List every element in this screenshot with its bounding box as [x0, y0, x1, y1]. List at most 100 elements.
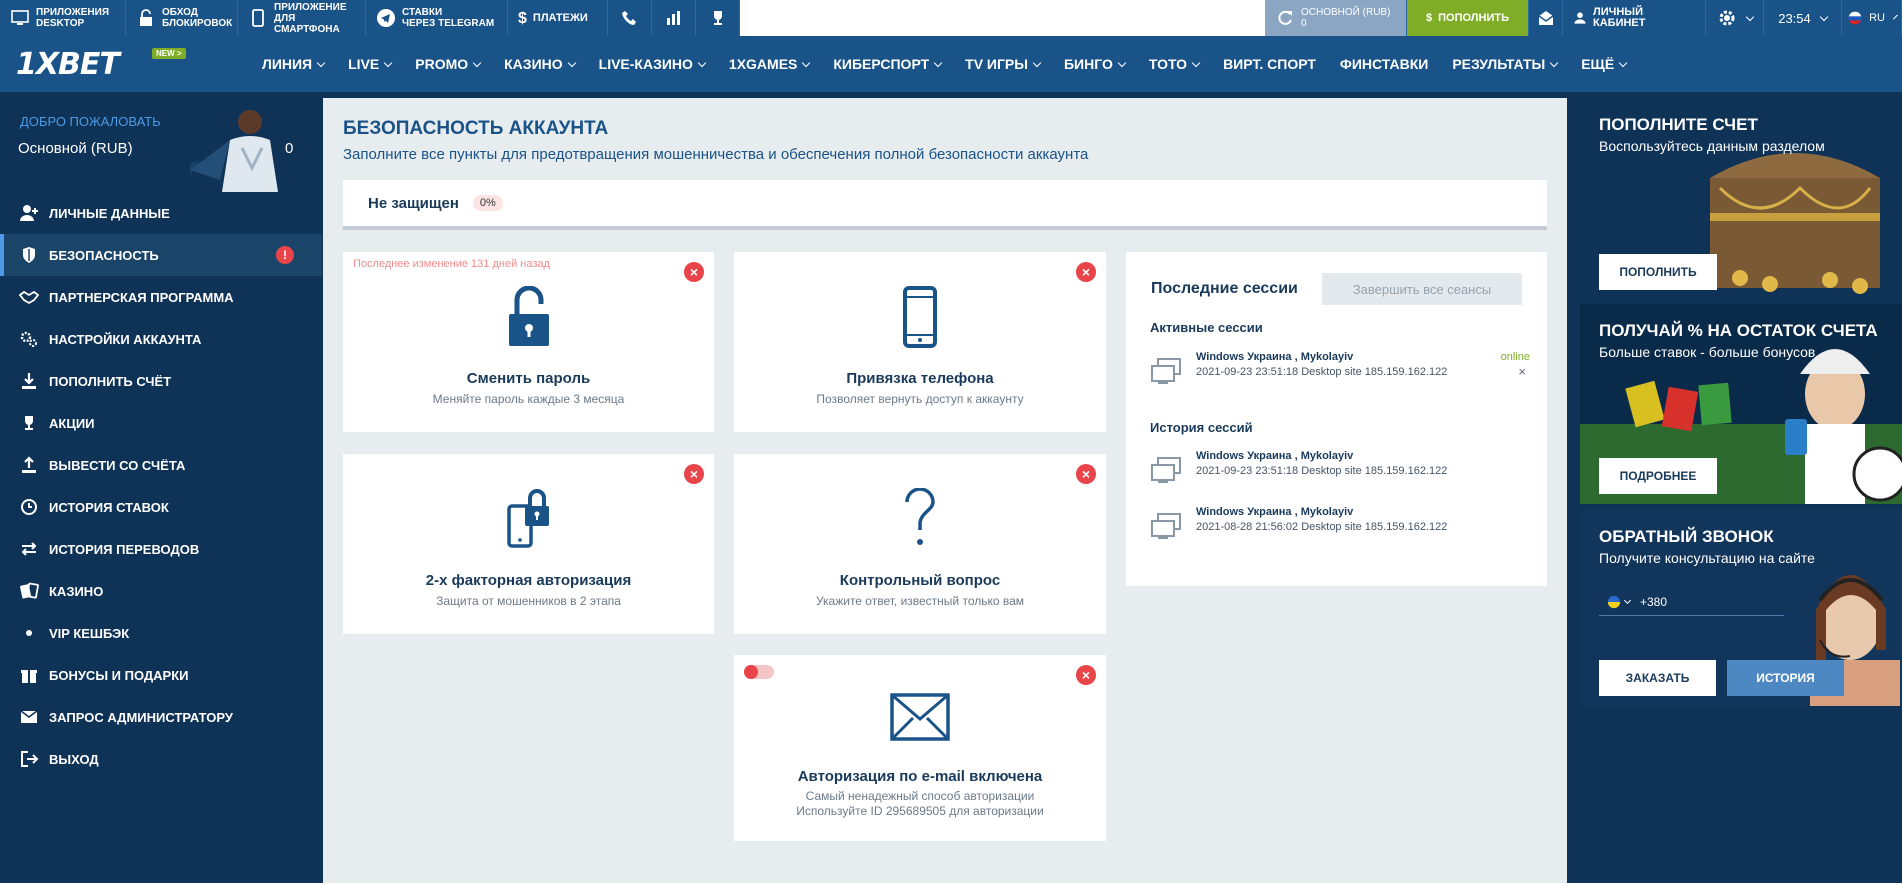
- account-name: Основной (RUB): [18, 140, 133, 157]
- trophy-icon: [18, 412, 40, 434]
- callback-promo: ОБРАТНЫЙ ЗВОНОК Получите консультацию на…: [1580, 510, 1902, 706]
- nav-item-toto[interactable]: ТОТО: [1137, 56, 1211, 72]
- callback-history-button[interactable]: ИСТОРИЯ: [1727, 660, 1844, 696]
- nav-label: 1XGAMES: [728, 56, 798, 72]
- nav-item-results[interactable]: РЕЗУЛЬТАТЫ: [1440, 56, 1569, 72]
- unlocked-padlock-icon: [508, 286, 549, 346]
- close-session-icon[interactable]: ×: [1518, 364, 1526, 379]
- sidebar-item-logout[interactable]: ВЫХОД: [0, 738, 322, 780]
- time-dropdown[interactable]: 23:54: [1764, 0, 1842, 36]
- nav-item-tv-games[interactable]: TV ИГРЫ: [953, 56, 1052, 72]
- promo-title: ОБРАТНЫЙ ЗВОНОК: [1599, 527, 1774, 546]
- email-auth-card[interactable]: × Авторизация по e-mail включена Самый н…: [734, 655, 1106, 841]
- nav-item-finbets[interactable]: ФИНСТАВКИ: [1328, 56, 1440, 72]
- mobile-app-link[interactable]: ПРИЛОЖЕНИЕ ДЛЯ СМАРТФОНА: [238, 0, 366, 36]
- status-cross-icon: ×: [1076, 665, 1096, 685]
- results-button[interactable]: [696, 0, 740, 36]
- sidebar-item-withdraw[interactable]: ВЫВЕСТИ СО СЧЁТА: [0, 444, 322, 486]
- sidebar-item-personal-data[interactable]: ЛИЧНЫЕ ДАННЫЕ: [0, 192, 322, 234]
- chevron-down-icon: [1819, 12, 1829, 21]
- envelope-open-icon: [1538, 11, 1553, 25]
- personal-cabinet-button[interactable]: ЛИЧНЫЙ КАБИНЕТ: [1563, 0, 1706, 36]
- nav-item-virtual-sport[interactable]: ВИРТ. СПОРТ: [1211, 56, 1328, 72]
- nav-item-casino[interactable]: КАЗИНО: [492, 56, 587, 72]
- balance-selector[interactable]: ОСНОВНОЙ (RUB) 0: [1265, 0, 1407, 36]
- welcome-title: ДОБРО ПОЖАЛОВАТЬ: [20, 114, 161, 129]
- telegram-icon: [377, 9, 395, 27]
- nav-label: ЕЩЁ: [1581, 56, 1615, 72]
- payments-label: ПЛАТЕЖИ: [532, 11, 588, 24]
- telegram-label-1: СТАВКИ: [402, 7, 443, 18]
- payments-link[interactable]: $ ПЛАТЕЖИ: [508, 0, 608, 36]
- telegram-link[interactable]: СТАВКИ ЧЕРЕЗ TELEGRAM: [366, 0, 508, 36]
- bypass-blocks-link[interactable]: ОБХОД БЛОКИРОВОК: [126, 0, 238, 36]
- apps-desktop-link[interactable]: ПРИЛОЖЕНИЯ DESKTOP: [0, 0, 126, 36]
- card-desc: Меняйте пароль каждые 3 месяца: [432, 392, 625, 406]
- nav-item-live-casino[interactable]: LIVE-КАЗИНО: [587, 56, 717, 72]
- nav-item-bingo[interactable]: БИНГО: [1052, 56, 1137, 72]
- chevron-down-icon: [1032, 58, 1042, 67]
- phone-binding-card[interactable]: × Привязка телефона Позволяет вернуть до…: [734, 252, 1106, 432]
- messages-button[interactable]: [1529, 0, 1563, 36]
- two-factor-card[interactable]: × 2-х факторная авторизация Защита от мо…: [343, 454, 714, 634]
- statistics-button[interactable]: [652, 0, 696, 36]
- sidebar-item-transfer-history[interactable]: ИСТОРИЯ ПЕРЕВОДОВ: [0, 528, 322, 570]
- sidebar: ДОБРО ПОЖАЛОВАТЬ Основной (RUB) 0 ЛИЧНЫЕ…: [0, 92, 322, 883]
- card-desc: Самый ненадежный способ авторизации: [805, 789, 1035, 803]
- status-cross-icon: ×: [684, 262, 704, 282]
- session-name: Windows Украина , Mykolayiv: [1196, 450, 1354, 462]
- download-icon: [18, 370, 40, 392]
- sessions-title: Последние сессии: [1151, 280, 1298, 297]
- handshake-icon: [18, 286, 40, 308]
- sidebar-item-label: ЗАПРОС АДМИНИСТРАТОРУ: [49, 709, 233, 725]
- sidebar-item-label: ВЫХОД: [49, 751, 99, 767]
- nav-item-line[interactable]: ЛИНИЯ: [250, 56, 336, 72]
- sidebar-item-bonuses[interactable]: БОНУСЫ И ПОДАРКИ: [0, 654, 322, 696]
- desktop-computer-icon: [1151, 513, 1181, 539]
- nav-item-more[interactable]: ЕЩЁ: [1569, 56, 1638, 72]
- logo[interactable]: 1XBET NEW >: [0, 36, 250, 92]
- sidebar-item-vip-cashback[interactable]: VIP КЕШБЭК: [0, 612, 322, 654]
- promo-more-button[interactable]: ПОДРОБНЕЕ: [1599, 458, 1717, 494]
- phone-button[interactable]: [608, 0, 652, 36]
- change-password-card[interactable]: Последнее изменение 131 дней назад × Сме…: [343, 252, 714, 432]
- telegram-label-2: ЧЕРЕЗ TELEGRAM: [402, 18, 495, 29]
- sidebar-item-promotions[interactable]: АКЦИИ: [0, 402, 322, 444]
- nav-item-1xgames[interactable]: 1XGAMES: [717, 56, 821, 72]
- chevron-down-icon: [802, 58, 811, 67]
- monitor-icon: [11, 10, 29, 25]
- deposit-button[interactable]: $ ПОПОЛНИТЬ: [1407, 0, 1529, 36]
- nav-item-live[interactable]: LIVE: [336, 56, 403, 72]
- promo-deposit-button[interactable]: ПОПОЛНИТЬ: [1599, 254, 1717, 290]
- cards-icon: [18, 580, 40, 602]
- sidebar-item-account-settings[interactable]: НАСТРОЙКИ АККАУНТА: [0, 318, 322, 360]
- nav-items: ЛИНИЯ LIVE PROMO КАЗИНО LIVE-КАЗИНО 1XGA…: [250, 36, 1638, 92]
- end-all-sessions-button[interactable]: Завершить все сеансы: [1322, 273, 1522, 305]
- callback-order-button[interactable]: ЗАКАЗАТЬ: [1599, 660, 1716, 696]
- language-dropdown[interactable]: RU: [1842, 0, 1902, 36]
- email-auth-toggle[interactable]: [744, 665, 774, 679]
- sidebar-item-label: ИСТОРИЯ СТАВОК: [49, 499, 169, 515]
- security-question-card[interactable]: × Контрольный вопрос Укажите ответ, изве…: [734, 454, 1106, 634]
- mobile-label-2: ДЛЯ СМАРТФОНА: [274, 12, 340, 35]
- sidebar-item-bet-history[interactable]: ИСТОРИЯ СТАВОК: [0, 486, 322, 528]
- sidebar-item-admin-request[interactable]: ЗАПРОС АДМИНИСТРАТОРУ: [0, 696, 322, 738]
- smartphone-icon: [903, 286, 937, 348]
- nav-label: ЛИНИЯ: [262, 56, 313, 72]
- sidebar-item-deposit[interactable]: ПОПОЛНИТЬ СЧЁТ: [0, 360, 322, 402]
- nav-item-promo[interactable]: PROMO: [403, 56, 492, 72]
- last-change-note: Последнее изменение 131 дней назад: [353, 258, 550, 270]
- session-history-label: История сессий: [1150, 420, 1253, 435]
- card-title: Сменить пароль: [466, 370, 591, 387]
- settings-dropdown[interactable]: [1706, 0, 1764, 36]
- nav-label: ФИНСТАВКИ: [1339, 56, 1429, 72]
- sidebar-item-partner[interactable]: ПАРТНЕРСКАЯ ПРОГРАММА: [0, 276, 322, 318]
- promo-title: ПОЛУЧАЙ % НА ОСТАТОК СЧЕТА: [1599, 321, 1878, 340]
- welcome-block: ДОБРО ПОЖАЛОВАТЬ Основной (RUB) 0: [0, 92, 322, 192]
- new-badge: NEW >: [152, 48, 186, 59]
- callback-phone-input[interactable]: +380: [1599, 588, 1784, 616]
- dollar-icon: $: [1426, 11, 1433, 24]
- nav-item-esports[interactable]: КИБЕРСПОРТ: [821, 56, 953, 72]
- sidebar-item-casino[interactable]: КАЗИНО: [0, 570, 322, 612]
- sidebar-item-security[interactable]: БЕЗОПАСНОСТЬ !: [0, 234, 322, 276]
